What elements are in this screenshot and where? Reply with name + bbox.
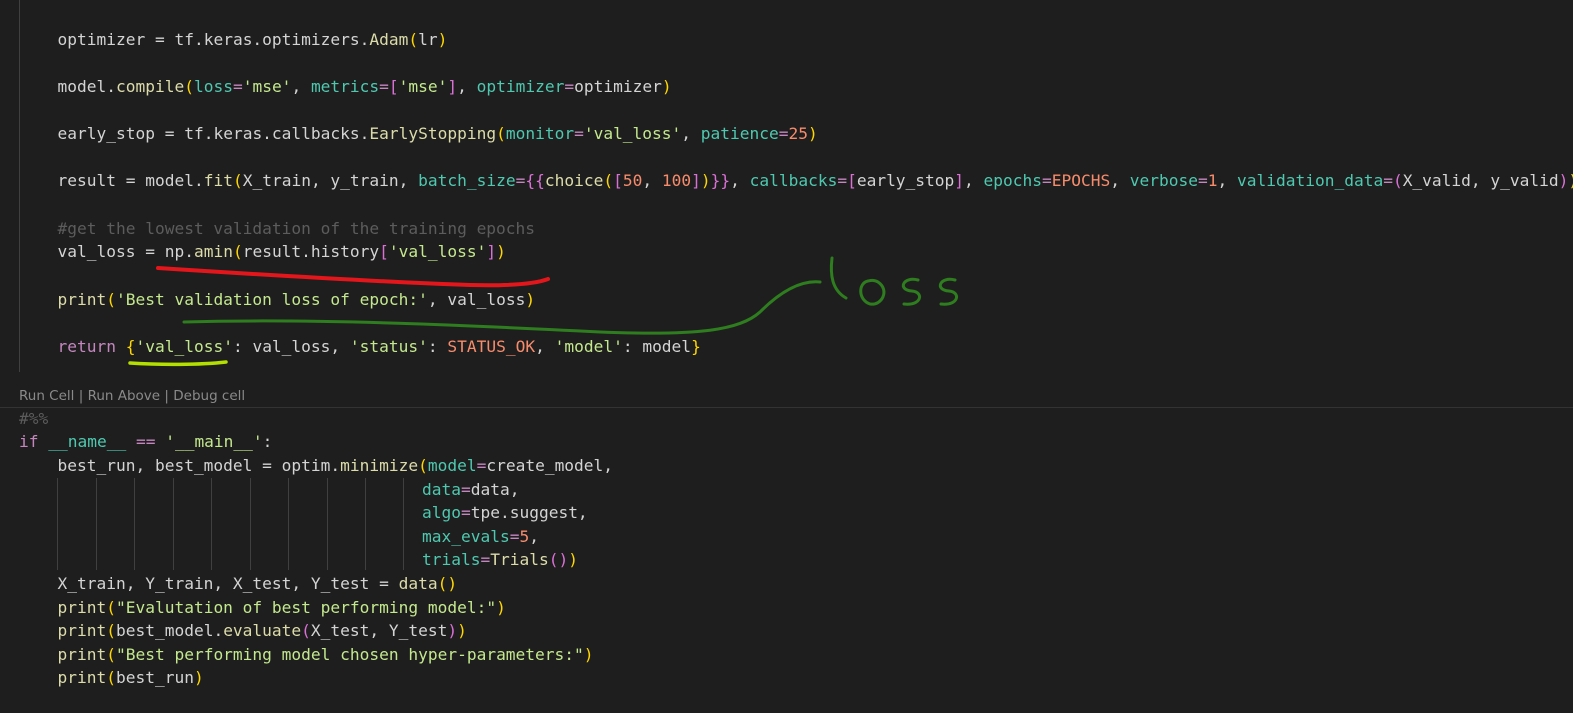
code-line-optimizer[interactable]: optimizer = tf.keras.optimizers.Adam(lr) (19, 28, 448, 51)
indent-guide (288, 478, 289, 570)
indent-guide (403, 478, 404, 570)
code-line-min-trials[interactable]: trials=Trials()) (422, 548, 578, 571)
indent-guide (96, 478, 97, 570)
code-line-min-data[interactable]: data=data, (422, 478, 519, 501)
code-line-return[interactable]: return {'val_loss': val_loss, 'status': … (19, 335, 701, 358)
code-line-print-eval-msg[interactable]: print("Evalutation of best performing mo… (19, 596, 506, 619)
handwritten-loss-logo (829, 256, 958, 306)
indent-guide (327, 478, 328, 570)
code-line-min-algo[interactable]: algo=tpe.suggest, (422, 501, 588, 524)
code-line-print-evaluate[interactable]: print(best_model.evaluate(X_test, Y_test… (19, 619, 467, 642)
code-line-main-guard[interactable]: if __name__ == '__main__': (19, 430, 272, 453)
run-cell-link[interactable]: Run Cell (19, 388, 74, 404)
indent-guide (365, 478, 366, 570)
cell-separator (0, 407, 1573, 408)
codelens-bar: Run Cell | Run Above | Debug cell (19, 386, 245, 406)
indent-guide (211, 478, 212, 570)
code-line-minimize[interactable]: best_run, best_model = optim.minimize(mo… (19, 454, 614, 477)
code-line-print-hyper-msg[interactable]: print("Best performing model chosen hype… (19, 643, 594, 666)
code-line-fit[interactable]: result = model.fit(X_train, y_train, bat… (19, 169, 1573, 192)
indent-guide (250, 478, 251, 570)
code-line-comment[interactable]: #get the lowest validation of the traini… (19, 217, 536, 240)
cell-marker[interactable]: #%% (19, 407, 48, 430)
red-underline (156, 266, 550, 288)
lime-underline (128, 360, 228, 367)
code-editor[interactable]: optimizer = tf.keras.optimizers.Adam(lr)… (0, 0, 1573, 713)
codelens-separator: | (160, 388, 174, 404)
code-line-print-best-run[interactable]: print(best_run) (19, 666, 204, 689)
code-line-early-stop[interactable]: early_stop = tf.keras.callbacks.EarlySto… (19, 122, 818, 145)
codelens-separator: | (74, 388, 88, 404)
code-line-compile[interactable]: model.compile(loss='mse', metrics=['mse'… (19, 75, 672, 98)
indent-guide (134, 478, 135, 570)
debug-cell-link[interactable]: Debug cell (173, 388, 245, 404)
code-line-min-evals[interactable]: max_evals=5, (422, 525, 539, 548)
indent-guide (173, 478, 174, 570)
code-line-data[interactable]: X_train, Y_train, X_test, Y_test = data(… (19, 572, 458, 595)
code-line-print-best-val[interactable]: print('Best validation loss of epoch:', … (19, 288, 536, 311)
code-line-val-loss[interactable]: val_loss = np.amin(result.history['val_l… (19, 240, 506, 263)
run-above-link[interactable]: Run Above (88, 388, 161, 404)
indent-guide (57, 478, 58, 570)
